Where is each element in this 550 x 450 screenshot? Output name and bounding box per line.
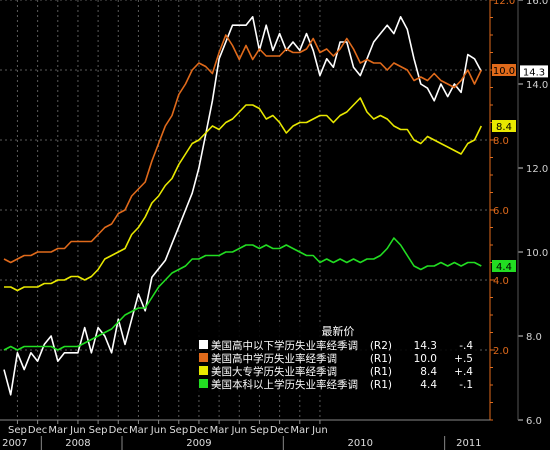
r2-tick-label: 16.0 [526, 0, 548, 7]
legend-swatch [199, 366, 208, 375]
legend-value: 10.0 [414, 353, 437, 365]
legend-label: 美国高中学历失业率经季调 [211, 352, 337, 365]
r2-tick-label: 6.0 [526, 416, 542, 427]
x-tick-label: Jun [311, 425, 328, 436]
value-tag-label: 10.0 [493, 66, 515, 77]
legend-axis: (R1) [370, 353, 392, 365]
legend-value: 4.4 [420, 379, 437, 391]
legend-axis: (R1) [370, 366, 392, 378]
legend: 最新价 美国高中以下学历失业率经季调 (R2) 14.3 -.4 美国高中学历失业率经季… [196, 322, 480, 392]
r1-tick-label: 4.0 [493, 276, 509, 287]
legend-change: -.1 [459, 379, 473, 391]
r1-tick-label: 2.0 [493, 346, 509, 357]
x-year-label: 2009 [186, 438, 211, 449]
legend-value: 8.4 [420, 366, 437, 378]
r2-tick-label: 10.0 [526, 248, 548, 259]
unemployment-chart: 2.0 4.0 6.0 8.0 10.0 12.0 6.0 8.0 10.0 12.0 14.0 1… [0, 0, 550, 450]
r2-tick-label: 8.0 [526, 332, 542, 343]
x-tick-label: Dec [28, 425, 47, 436]
r2-tick-label: 12.0 [526, 164, 548, 175]
r2-tick-label: 14.0 [526, 80, 548, 91]
legend-swatch [199, 379, 208, 388]
legend-axis: (R1) [370, 379, 392, 391]
r1-tick-label: 12.0 [493, 0, 515, 7]
x-year-label: 2007 [2, 438, 27, 449]
legend-value: 14.3 [414, 340, 437, 352]
x-tick-label: Jun [69, 425, 86, 436]
legend-label: 美国本科以上学历失业率经季调 [211, 378, 358, 391]
value-tag-label: 4.4 [496, 262, 512, 273]
x-tick-label: Sep [89, 425, 108, 436]
legend-change: +.4 [454, 366, 473, 378]
legend-title: 最新价 [322, 324, 355, 338]
x-year-label: 2008 [65, 438, 90, 449]
x-tick-label: Mar [290, 425, 310, 436]
x-tick-label: Dec [270, 425, 289, 436]
x-tick-label: Sep [8, 425, 27, 436]
x-year-label: 2010 [348, 438, 373, 449]
x-tick-label: Dec [189, 425, 208, 436]
legend-change: -.4 [459, 340, 473, 352]
legend-label: 美国高中以下学历失业率经季调 [211, 339, 358, 352]
x-tick-label: Sep [250, 425, 269, 436]
x-tick-label: Dec [109, 425, 128, 436]
x-tick-label: Mar [48, 425, 68, 436]
r1-tick-label: 6.0 [493, 206, 509, 217]
legend-swatch [199, 340, 208, 349]
value-tag-label: 14.3 [523, 67, 545, 78]
value-tag-label: 8.4 [496, 122, 512, 133]
r1-tick-label: 8.0 [493, 136, 509, 147]
x-tick-label: Mar [129, 425, 149, 436]
x-year-label: 2011 [456, 438, 481, 449]
x-tick-label: Jun [150, 425, 167, 436]
x-tick-label: Sep [169, 425, 188, 436]
legend-swatch [199, 353, 208, 362]
legend-label: 美国大专学历失业率经季调 [211, 365, 337, 378]
legend-axis: (R2) [370, 340, 392, 352]
legend-change: +.5 [454, 353, 473, 365]
x-tick-label: Jun [230, 425, 247, 436]
x-tick-label: Mar [210, 425, 230, 436]
